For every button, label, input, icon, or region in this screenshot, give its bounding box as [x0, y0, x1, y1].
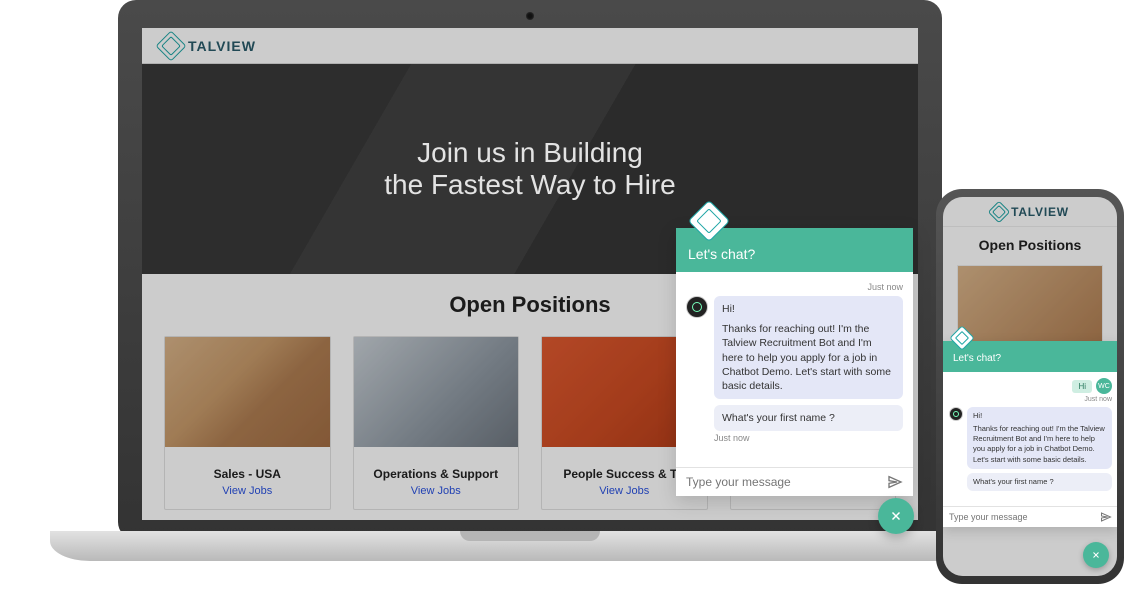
timestamp: Just now [943, 396, 1117, 403]
card-title: Operations & Support [354, 447, 519, 485]
bot-avatar-icon [949, 407, 963, 421]
phone-mockup: TALVIEW Open Positions Let's chat? Hi WC… [936, 189, 1124, 584]
send-icon[interactable] [887, 474, 903, 490]
camera-icon [526, 12, 534, 20]
hero-line-2: the Fastest Way to Hire [384, 169, 676, 201]
chatbot-close-button[interactable] [878, 498, 914, 534]
brand-name: TALVIEW [1011, 205, 1069, 219]
timestamp: Just now [686, 282, 903, 292]
position-card[interactable]: Operations & Support View Jobs [353, 336, 520, 510]
send-icon[interactable] [1100, 511, 1112, 523]
bot-greeting: Hi! [973, 411, 1106, 421]
mobile-topbar: TALVIEW [943, 197, 1117, 227]
topbar: TALVIEW [142, 28, 918, 64]
chatbot-widget: Let's chat? Just now Hi! Thanks for reac… [676, 228, 913, 496]
bot-message: Hi! Thanks for reaching out! I'm the Tal… [967, 407, 1112, 469]
chat-input[interactable] [949, 512, 1092, 522]
view-jobs-link[interactable]: View Jobs [354, 485, 519, 509]
chatbot-body: Just now Hi! Thanks for reaching out! I'… [676, 272, 913, 467]
brand-name: TALVIEW [188, 38, 256, 54]
position-card[interactable]: Sales - USA View Jobs [164, 336, 331, 510]
mobile-viewport: TALVIEW Open Positions Let's chat? Hi WC… [943, 197, 1117, 576]
chat-input-row [943, 506, 1117, 527]
hero-line-1: Join us in Building [384, 137, 676, 169]
chat-input[interactable] [686, 475, 879, 489]
brand-logo[interactable]: TALVIEW [160, 35, 256, 57]
bot-greeting: Hi! [722, 302, 895, 316]
bot-avatar-icon [686, 296, 708, 318]
position-card[interactable] [957, 265, 1103, 345]
user-message: Hi [1072, 380, 1092, 393]
section-title: Open Positions [943, 227, 1117, 259]
laptop-base [50, 531, 1010, 561]
chatbot-widget-mobile: Let's chat? Hi WC Just now Hi! Thanks fo… [943, 341, 1117, 527]
close-icon [1091, 550, 1101, 560]
card-image [165, 337, 330, 447]
card-image [354, 337, 519, 447]
bot-text: Thanks for reaching out! I'm the Talview… [722, 322, 895, 393]
chatbot-header: Let's chat? [943, 341, 1117, 372]
bot-question: What's your first name ? [967, 473, 1112, 491]
card-title: Sales - USA [165, 447, 330, 485]
view-jobs-link[interactable]: View Jobs [165, 485, 330, 509]
chat-input-row [676, 467, 913, 496]
user-avatar: WC [1096, 378, 1112, 394]
logo-icon [988, 200, 1011, 223]
timestamp: Just now [714, 433, 903, 443]
chatbot-close-button[interactable] [1083, 542, 1109, 568]
bot-message: Hi! Thanks for reaching out! I'm the Tal… [714, 296, 903, 399]
close-icon [889, 509, 903, 523]
logo-icon [155, 30, 186, 61]
bot-question: What's your first name ? [714, 405, 903, 431]
bot-text: Thanks for reaching out! I'm the Talview… [973, 424, 1106, 465]
